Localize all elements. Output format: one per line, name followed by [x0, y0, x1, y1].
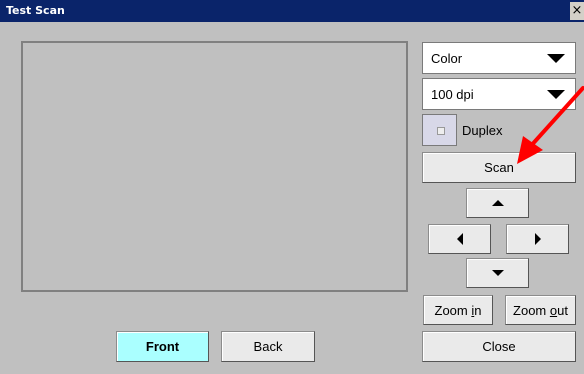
- arrow-down-icon: [491, 270, 504, 276]
- pan-down-button[interactable]: [466, 258, 529, 288]
- close-button[interactable]: Close: [422, 331, 576, 362]
- close-button-label: Close: [482, 339, 516, 354]
- window-title: Test Scan: [6, 4, 65, 17]
- close-window-icon[interactable]: ×: [570, 2, 584, 20]
- zoom-in-button[interactable]: Zoom in: [423, 295, 493, 325]
- back-button[interactable]: Back: [221, 331, 315, 362]
- title-bar: Test Scan ×: [0, 0, 584, 22]
- color-mode-value: Color: [431, 50, 463, 66]
- checkbox-indicator: [437, 127, 445, 135]
- pan-up-button[interactable]: [466, 188, 529, 218]
- annotation-arrow-icon: [517, 86, 584, 164]
- zoom-in-suffix: n: [474, 302, 482, 318]
- test-scan-window: Test Scan × Color 100 dpi Duplex Scan Zo…: [0, 0, 584, 374]
- front-button-label: Front: [145, 339, 180, 354]
- zoom-in-prefix: Zoom: [434, 302, 472, 318]
- back-button-label: Back: [253, 339, 283, 354]
- chevron-down-icon: [547, 54, 565, 63]
- arrow-right-icon: [534, 233, 541, 245]
- zoom-in-label: Zoom in: [435, 303, 482, 318]
- zoom-out-button[interactable]: Zoom out: [505, 295, 576, 325]
- front-button[interactable]: Front: [116, 331, 209, 362]
- pan-right-button[interactable]: [506, 224, 569, 254]
- zoom-out-label: Zoom out: [513, 303, 568, 318]
- duplex-checkbox[interactable]: [422, 114, 457, 146]
- arrow-up-icon: [491, 200, 504, 206]
- color-mode-select[interactable]: Color: [422, 42, 576, 74]
- scan-preview-area: [21, 41, 408, 292]
- arrow-left-icon: [456, 233, 463, 245]
- pan-left-button[interactable]: [428, 224, 491, 254]
- resolution-value: 100 dpi: [431, 86, 474, 102]
- zoom-out-prefix: Zoom: [513, 302, 550, 318]
- zoom-out-suffix: ut: [557, 302, 568, 318]
